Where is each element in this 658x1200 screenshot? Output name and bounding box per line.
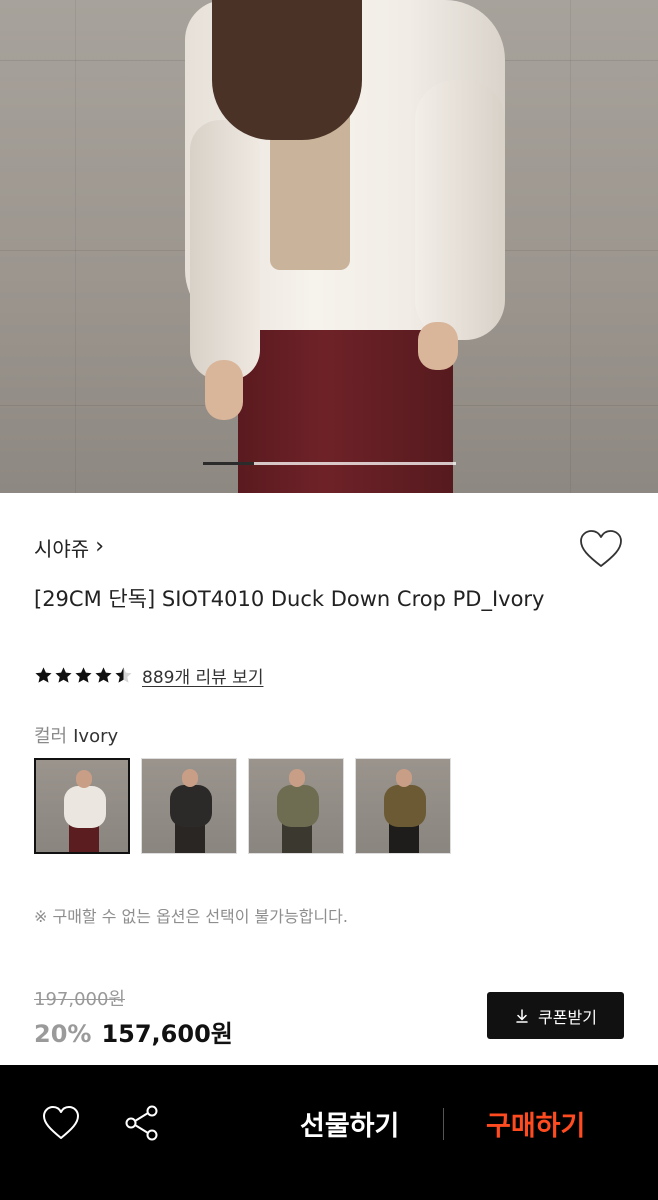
star-icon: [35, 667, 52, 683]
coupon-download-button[interactable]: 쿠폰받기: [487, 992, 624, 1039]
wishlist-heart-icon[interactable]: [578, 528, 624, 570]
color-label-text: 컬러: [34, 726, 68, 747]
share-icon[interactable]: [122, 1103, 162, 1143]
brand-name: 시야쥬: [34, 537, 90, 561]
discount-rate: 20%: [34, 1020, 92, 1048]
buy-button[interactable]: 구매하기: [486, 1104, 585, 1143]
download-icon: [516, 1008, 528, 1023]
wall-seam: [75, 0, 76, 493]
color-swatch-list: [34, 758, 451, 854]
color-swatch-brown[interactable]: [355, 758, 451, 854]
selected-color-value: Ivory: [73, 726, 119, 747]
option-notice: ※ 구매할 수 없는 옵션은 선택이 불가능합니다.: [34, 907, 348, 926]
original-price: 197,000원: [34, 989, 125, 1010]
swatch-model-jacket: [384, 785, 426, 827]
product-title: [29CM 단독] SIOT4010 Duck Down Crop PD_Ivo…: [34, 587, 545, 611]
star-icon: [55, 667, 72, 683]
review-link[interactable]: 889개 리뷰 보기: [142, 663, 263, 688]
sale-price: 157,600원: [101, 1020, 233, 1048]
color-swatch-black[interactable]: [141, 758, 237, 854]
star-icon: [115, 667, 132, 683]
coupon-label: 쿠폰받기: [538, 1007, 597, 1027]
color-option-label: 컬러 Ivory: [34, 722, 118, 748]
product-hero-image[interactable]: [0, 0, 658, 493]
model-left-sleeve: [190, 120, 260, 380]
action-divider: [443, 1108, 444, 1140]
star-icon: [75, 667, 92, 683]
swatch-model-jacket: [64, 786, 106, 828]
swatch-model-legs: [282, 823, 312, 853]
swatch-model-legs: [175, 823, 205, 853]
swatch-model-head: [396, 769, 412, 787]
swatch-model-legs: [69, 824, 99, 852]
wall-seam: [570, 0, 571, 493]
brand-link[interactable]: 시야쥬 ›: [34, 533, 104, 562]
color-swatch-khaki[interactable]: [248, 758, 344, 854]
color-swatch-ivory[interactable]: [34, 758, 130, 854]
gift-button[interactable]: 선물하기: [300, 1104, 399, 1143]
rating-stars: [34, 666, 134, 685]
like-heart-icon[interactable]: [42, 1105, 80, 1141]
price-row: 20% 157,600원: [34, 1014, 233, 1049]
model-hair: [212, 0, 362, 140]
image-slide-progress: [203, 462, 456, 465]
swatch-model-jacket: [170, 785, 212, 827]
star-icon: [95, 667, 112, 683]
image-slide-progress-fill: [203, 462, 254, 465]
model-right-sleeve: [415, 80, 505, 340]
swatch-model-head: [76, 770, 92, 788]
model-right-hand: [418, 322, 458, 370]
chevron-right-icon: ›: [95, 533, 105, 559]
swatch-model-head: [182, 769, 198, 787]
swatch-model-jacket: [277, 785, 319, 827]
rating-row: 889개 리뷰 보기: [34, 663, 263, 688]
swatch-model-head: [289, 769, 305, 787]
model-left-hand: [205, 360, 243, 420]
swatch-model-legs: [389, 823, 419, 853]
